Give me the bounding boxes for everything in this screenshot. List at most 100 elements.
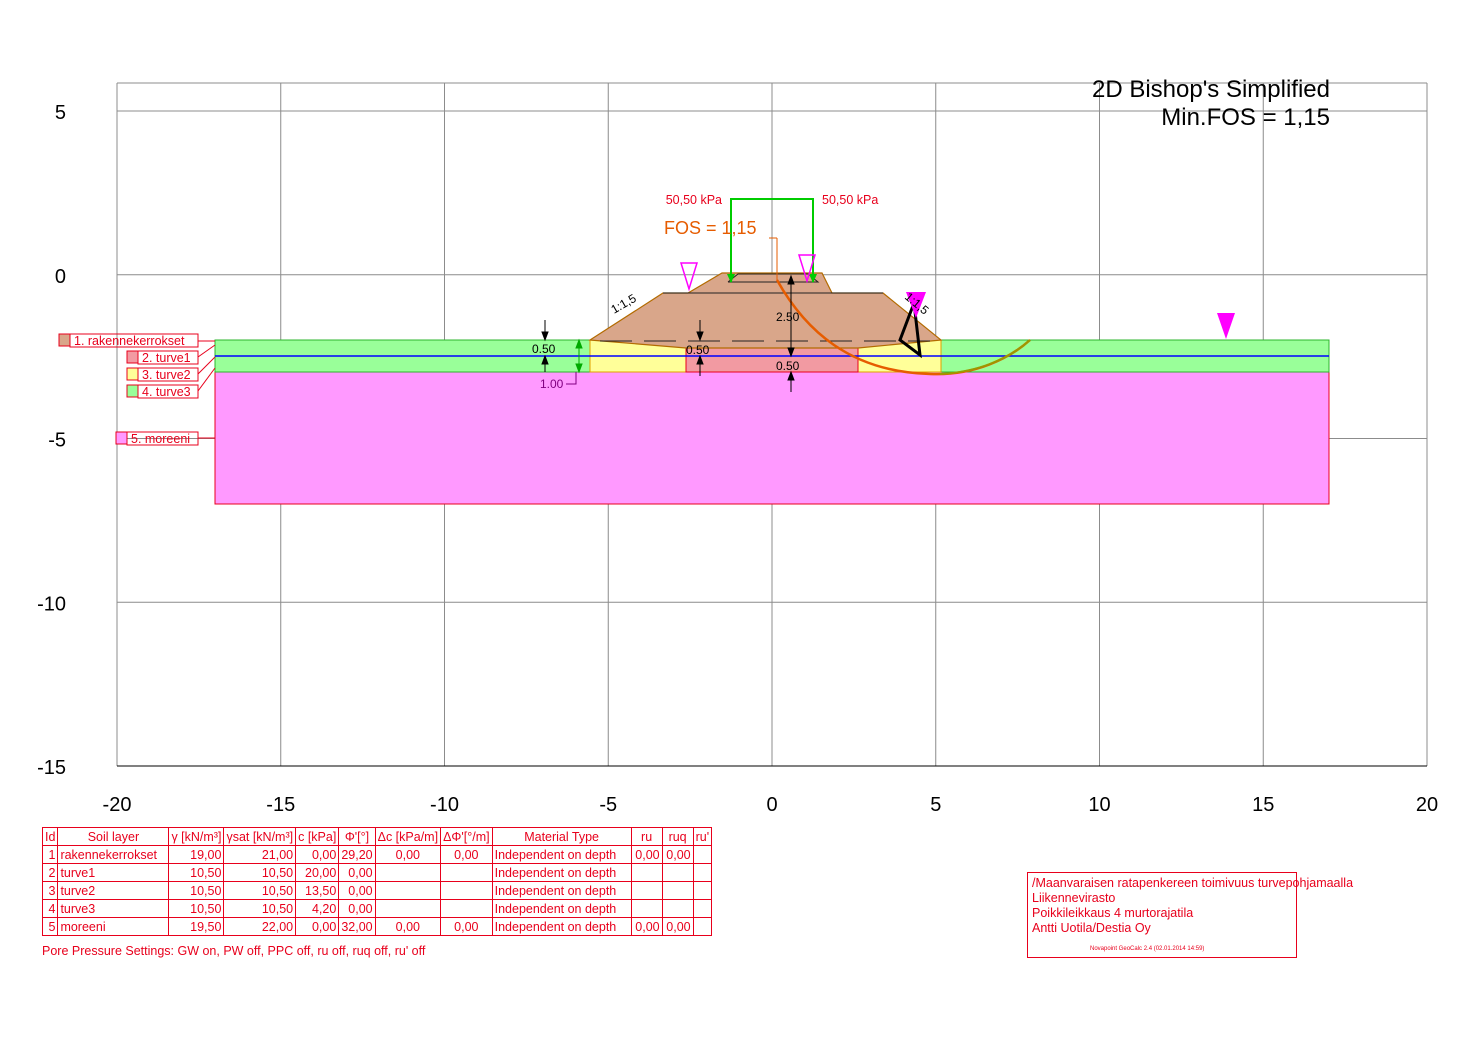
- soil-table-cell: [692, 863, 713, 882]
- soil-table-cell: 29,20: [338, 845, 376, 864]
- soil-table-cell: [630, 863, 663, 882]
- layer-swatch-icon: [126, 384, 139, 398]
- x-tick-label: 20: [1416, 794, 1438, 816]
- soil-table-cell: [374, 899, 442, 918]
- x-axis-ticks: -20 -15 -10 -5 0 5 10 15 20: [103, 794, 1439, 816]
- soil-table-cell: 10,50: [168, 863, 225, 882]
- layer-swatch-icon: [115, 431, 128, 445]
- soil-table-cell: 3: [41, 881, 59, 900]
- layer-label: 3. turve2: [142, 368, 191, 382]
- soil-table-cell: 0,00: [630, 917, 663, 936]
- y-tick-label: -5: [48, 430, 66, 452]
- soil-table-cell: [661, 881, 694, 900]
- col-ru-prime: ru': [692, 827, 713, 846]
- soil-table-cell: 19,00: [168, 845, 225, 864]
- x-tick-label: -20: [103, 794, 132, 816]
- soil-table-cell: 0,00: [338, 881, 376, 900]
- soil-table-cell: 10,50: [223, 899, 297, 918]
- section-name: Poikkileikkaus 4 murtorajatila: [1032, 906, 1194, 920]
- soil-table-cell: 10,50: [223, 863, 297, 882]
- layer-swatch-icon: [126, 367, 139, 381]
- soil-table-cell: turve1: [57, 863, 170, 882]
- soil-table-cell: 0,00: [661, 845, 694, 864]
- soil-table-cell: 21,00: [223, 845, 297, 864]
- x-tick-label: 10: [1088, 794, 1110, 816]
- soil-table-cell: 13,50: [295, 881, 340, 900]
- soil-table-cell: Independent on depth: [491, 881, 632, 900]
- water-marker-icon: [679, 262, 699, 292]
- soil-table-cell: [440, 899, 493, 918]
- soil-table-cell: Independent on depth: [491, 899, 632, 918]
- soil-table-cell: 32,00: [338, 917, 376, 936]
- soil-table-cell: 10,50: [168, 899, 225, 918]
- dim-050-left-label: 0.50: [532, 342, 556, 356]
- soil-table-cell: moreeni: [57, 917, 170, 936]
- col-delta-phi: ΔΦ'[°/m]: [440, 827, 493, 846]
- soil-table-cell: 10,50: [168, 881, 225, 900]
- soil-table-cell: Independent on depth: [491, 845, 632, 864]
- soil-table-row: 4 turve3 10,50 10,50 4,20 0,00 Independent on …: [41, 899, 713, 918]
- soil-table-cell: [374, 863, 442, 882]
- soil-table-row: 3 turve2 10,50 10,50 13,50 0,00 Independent on…: [41, 881, 713, 900]
- col-c: c [kPa]: [295, 827, 340, 846]
- soil-table-cell: [692, 917, 713, 936]
- soil-table-cell: [630, 899, 663, 918]
- x-tick-label: 0: [766, 794, 777, 816]
- soil-table-cell: Independent on depth: [491, 917, 632, 936]
- soil-table-cell: 4,20: [295, 899, 340, 918]
- fos-label: FOS = 1,15: [664, 218, 757, 238]
- layer-swatch-icon: [126, 350, 139, 364]
- col-gamma: γ [kN/m³]: [168, 827, 225, 846]
- y-axis-ticks: 5 0 -5 -10 -15: [37, 102, 66, 779]
- soil-table-cell: 0,00: [295, 845, 340, 864]
- layer-label: 4. turve3: [142, 385, 191, 399]
- soil-table-cell: turve2: [57, 881, 170, 900]
- layer-turve1: [685, 347, 859, 373]
- soil-table-cell: [661, 863, 694, 882]
- project-title: /Maanvaraisen ratapenkereen toimivuus tu…: [1032, 876, 1354, 890]
- dim-250-label: 2.50: [776, 310, 800, 324]
- x-tick-label: -5: [599, 794, 617, 816]
- soil-table-row: 5 moreeni 19,50 22,00 0,00 32,00 0,00 0,00 Indep…: [41, 917, 713, 936]
- soil-table-row: 1 rakennekerrokset 19,00 21,00 0,00 29,20 0,00…: [41, 845, 713, 864]
- soil-table-cell: 10,50: [223, 881, 297, 900]
- soil-table-cell: 0,00: [661, 917, 694, 936]
- soil-table-cell: 22,00: [223, 917, 297, 936]
- soil-table-cell: [692, 845, 713, 864]
- soil-table-cell: 2: [41, 863, 59, 882]
- soil-table-cell: [440, 863, 493, 882]
- soil-table-cell: 5: [41, 917, 59, 936]
- soil-table-cell: [630, 881, 663, 900]
- pore-pressure-settings: Pore Pressure Settings: GW on, PW off, P…: [42, 944, 426, 958]
- layer-label: 1. rakennekerrokset: [74, 334, 185, 348]
- dim-050-center-upper-label: 0.50: [686, 343, 710, 357]
- dim-050-center-lower-label: 0.50: [776, 359, 800, 373]
- soil-table-cell: 19,50: [168, 917, 225, 936]
- layer-moreeni: [214, 371, 1330, 505]
- soil-table-cell: 0,00: [630, 845, 663, 864]
- layer-rakennekerrokset: [588, 272, 943, 349]
- analysis-title: 2D Bishop's Simplified: [1091, 76, 1330, 103]
- col-ru: ru: [630, 827, 663, 846]
- col-phi: Φ'[°]: [338, 827, 376, 846]
- y-tick-label: 5: [55, 102, 66, 124]
- x-tick-label: -10: [430, 794, 459, 816]
- soil-table-cell: Independent on depth: [491, 863, 632, 882]
- x-tick-label: -15: [266, 794, 295, 816]
- layer-legend: 1. rakennekerrokset 2. turve1 3. turve2 4. …: [58, 333, 216, 446]
- software-stamp: Novapoint GeoCalc 2.4 (02.01.2014 14:59): [1090, 946, 1205, 952]
- col-gamma-sat: γsat [kN/m³]: [223, 827, 297, 846]
- soil-table-cell: 0,00: [374, 845, 442, 864]
- col-material-type: Material Type: [491, 827, 632, 846]
- layer-label: 2. turve1: [142, 351, 191, 365]
- soil-table-cell: [692, 881, 713, 900]
- soil-table-cell: 0,00: [374, 917, 442, 936]
- col-id: Id: [41, 827, 59, 846]
- soil-table-row: 2 turve1 10,50 10,50 20,00 0,00 Independent on…: [41, 863, 713, 882]
- x-tick-label: 5: [930, 794, 941, 816]
- x-tick-label: 15: [1252, 794, 1274, 816]
- col-delta-c: Δc [kPa/m]: [374, 827, 442, 846]
- soil-table-cell: [661, 899, 694, 918]
- soil-table-cell: [440, 881, 493, 900]
- load-right-label: 50,50 kPa: [822, 193, 878, 207]
